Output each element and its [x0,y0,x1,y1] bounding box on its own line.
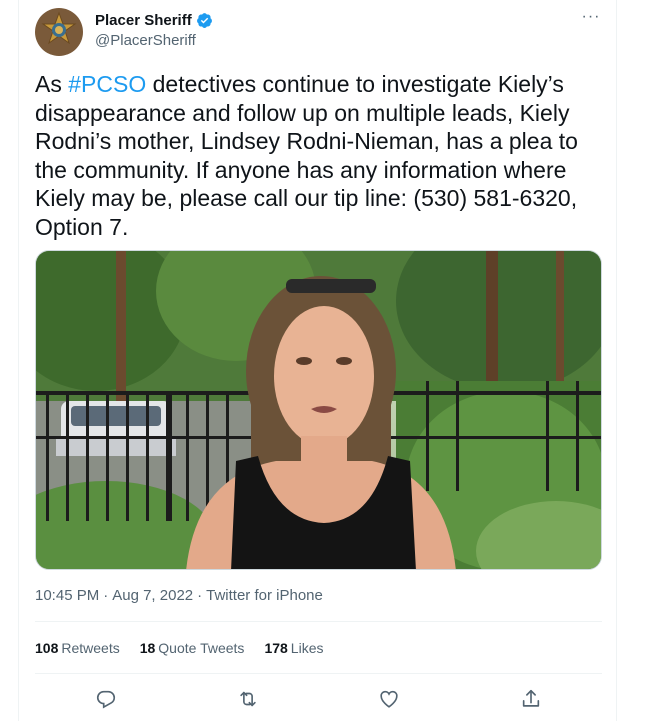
author-display-name[interactable]: Placer Sheriff [95,12,192,29]
retweets-stat[interactable]: 108 Retweets [35,640,120,656]
more-icon[interactable]: ··· [580,9,602,30]
author-name-row[interactable]: Placer Sheriff [95,12,213,29]
quote-tweets-stat[interactable]: 18 Quote Tweets [140,640,245,656]
quote-tweets-count: 18 [139,640,156,656]
tweet-time[interactable]: 10:45 PM [35,587,99,604]
divider [35,673,602,674]
tweet-card: Placer Sheriff @PlacerSheriff ··· As #PC… [18,0,617,721]
tweet-text: As #PCSO detectives continue to investig… [35,70,602,241]
tweet-header: Placer Sheriff @PlacerSheriff ··· [35,8,602,56]
share-icon[interactable] [516,684,546,714]
likes-count: 178 [264,640,288,656]
engagement-stats: 108 Retweets 18 Quote Tweets 178 Likes [35,640,343,656]
retweet-icon[interactable] [233,684,263,714]
tweet-actions [35,684,602,714]
reply-icon[interactable] [91,684,121,714]
quote-tweets-label: Quote Tweets [158,640,245,656]
likes-stat[interactable]: 178 Likes [264,640,323,656]
avatar[interactable] [35,8,83,56]
retweets-count: 108 [35,640,59,656]
likes-label: Likes [290,640,324,656]
tweet-video[interactable] [35,250,602,570]
tweet-timestamp: 10:45 PM · Aug 7, 2022 · Twitter for iPh… [35,587,323,604]
like-icon[interactable] [374,684,404,714]
tweet-text-start: As [35,71,69,97]
meta-separator: · [103,587,109,604]
divider [35,621,602,622]
tweet-source[interactable]: Twitter for iPhone [206,587,323,604]
hashtag-link[interactable]: #PCSO [68,71,146,97]
retweets-label: Retweets [61,640,120,656]
verified-badge-icon [196,12,213,29]
author-handle[interactable]: @PlacerSheriff [95,32,196,49]
meta-separator: · [197,587,203,604]
tweet-date[interactable]: Aug 7, 2022 [112,587,193,604]
